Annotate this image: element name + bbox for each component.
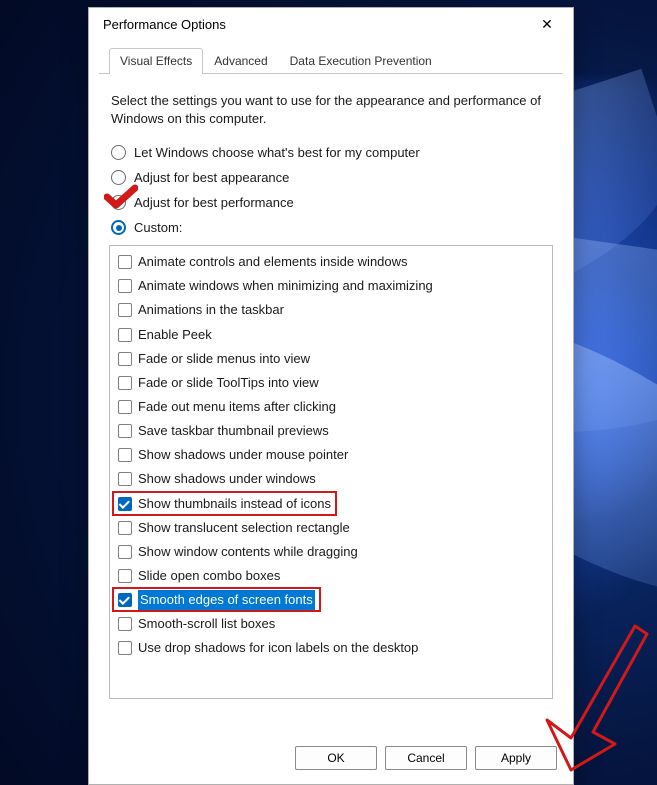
checkbox-icon <box>118 255 132 269</box>
effect-label: Animate controls and elements inside win… <box>138 252 408 272</box>
effect-option[interactable]: Animations in the taskbar <box>116 298 546 322</box>
effects-listbox[interactable]: Animate controls and elements inside win… <box>109 245 553 699</box>
checkbox-icon <box>118 448 132 462</box>
checkbox-icon <box>118 424 132 438</box>
checkbox-icon <box>118 521 132 535</box>
effect-option[interactable]: Animate windows when minimizing and maxi… <box>116 274 546 298</box>
effect-option[interactable]: Enable Peek <box>116 323 546 347</box>
effect-label: Fade or slide ToolTips into view <box>138 373 319 393</box>
tab-visual-effects[interactable]: Visual Effects <box>109 48 203 74</box>
effect-option[interactable]: Smooth edges of screen fonts <box>116 588 546 612</box>
effect-label: Show shadows under windows <box>138 469 316 489</box>
button-label: Cancel <box>407 751 444 765</box>
radio-icon <box>111 170 126 185</box>
desktop-background: Performance Options ✕ Visual Effects Adv… <box>0 0 657 785</box>
ok-button[interactable]: OK <box>295 746 377 770</box>
checkbox-icon <box>118 497 132 511</box>
performance-options-dialog: Performance Options ✕ Visual Effects Adv… <box>88 7 574 785</box>
intro-text: Select the settings you want to use for … <box>111 92 551 127</box>
effect-option[interactable]: Show shadows under mouse pointer <box>116 443 546 467</box>
effect-label: Animate windows when minimizing and maxi… <box>138 276 433 296</box>
effect-option[interactable]: Animate controls and elements inside win… <box>116 250 546 274</box>
radio-icon <box>111 145 126 160</box>
checkbox-icon <box>118 328 132 342</box>
tab-label: Visual Effects <box>120 54 192 68</box>
effect-label: Smooth-scroll list boxes <box>138 614 275 634</box>
checkbox-icon <box>118 279 132 293</box>
checkbox-icon <box>118 569 132 583</box>
checkbox-icon <box>118 352 132 366</box>
effect-option[interactable]: Show translucent selection rectangle <box>116 516 546 540</box>
effect-label: Animations in the taskbar <box>138 300 284 320</box>
radio-label: Adjust for best appearance <box>134 170 289 185</box>
radio-icon <box>111 195 126 210</box>
radio-icon <box>111 220 126 235</box>
effect-label: Fade out menu items after clicking <box>138 397 336 417</box>
tab-label: Advanced <box>214 54 267 68</box>
cancel-button[interactable]: Cancel <box>385 746 467 770</box>
effect-label: Show shadows under mouse pointer <box>138 445 348 465</box>
checkbox-icon <box>118 545 132 559</box>
button-label: Apply <box>501 751 531 765</box>
checkbox-icon <box>118 400 132 414</box>
checkbox-icon <box>118 641 132 655</box>
effect-label: Use drop shadows for icon labels on the … <box>138 638 418 658</box>
effect-label: Show window contents while dragging <box>138 542 358 562</box>
dialog-title: Performance Options <box>103 17 529 32</box>
effect-option[interactable]: Show thumbnails instead of icons <box>116 492 546 516</box>
effect-label: Show translucent selection rectangle <box>138 518 350 538</box>
apply-button[interactable]: Apply <box>475 746 557 770</box>
effect-label: Fade or slide menus into view <box>138 349 310 369</box>
effect-option[interactable]: Show window contents while dragging <box>116 540 546 564</box>
effect-option[interactable]: Fade out menu items after clicking <box>116 395 546 419</box>
checkbox-icon <box>118 303 132 317</box>
radio-label: Adjust for best performance <box>134 195 294 210</box>
effect-option[interactable]: Fade or slide menus into view <box>116 347 546 371</box>
effect-label: Save taskbar thumbnail previews <box>138 421 329 441</box>
titlebar: Performance Options ✕ <box>89 8 573 40</box>
close-button[interactable]: ✕ <box>529 10 565 38</box>
dialog-buttons: OK Cancel Apply <box>105 746 557 770</box>
tab-label: Data Execution Prevention <box>290 54 432 68</box>
checkbox-icon <box>118 617 132 631</box>
effect-label: Smooth edges of screen fonts <box>138 590 315 610</box>
button-label: OK <box>327 751 344 765</box>
effect-option[interactable]: Show shadows under windows <box>116 467 546 491</box>
effect-option[interactable]: Save taskbar thumbnail previews <box>116 419 546 443</box>
close-icon: ✕ <box>541 16 553 33</box>
effect-option[interactable]: Fade or slide ToolTips into view <box>116 371 546 395</box>
radio-group: Let Windows choose what's best for my co… <box>109 145 553 235</box>
effect-option[interactable]: Smooth-scroll list boxes <box>116 612 546 636</box>
effect-label: Show thumbnails instead of icons <box>138 494 331 514</box>
tab-dep[interactable]: Data Execution Prevention <box>279 48 443 74</box>
effect-label: Slide open combo boxes <box>138 566 280 586</box>
radio-label: Let Windows choose what's best for my co… <box>134 145 420 160</box>
checkbox-icon <box>118 472 132 486</box>
effect-label: Enable Peek <box>138 325 212 345</box>
effect-option[interactable]: Use drop shadows for icon labels on the … <box>116 636 546 660</box>
tab-panel-visual-effects: Select the settings you want to use for … <box>89 74 573 709</box>
checkbox-icon <box>118 376 132 390</box>
radio-option[interactable]: Let Windows choose what's best for my co… <box>111 145 553 160</box>
tabstrip: Visual Effects Advanced Data Execution P… <box>99 46 563 74</box>
radio-option[interactable]: Custom: <box>111 220 553 235</box>
tab-advanced[interactable]: Advanced <box>203 48 278 74</box>
radio-option[interactable]: Adjust for best appearance <box>111 170 553 185</box>
checkbox-icon <box>118 593 132 607</box>
radio-option[interactable]: Adjust for best performance <box>111 195 553 210</box>
radio-label: Custom: <box>134 220 182 235</box>
effect-option[interactable]: Slide open combo boxes <box>116 564 546 588</box>
